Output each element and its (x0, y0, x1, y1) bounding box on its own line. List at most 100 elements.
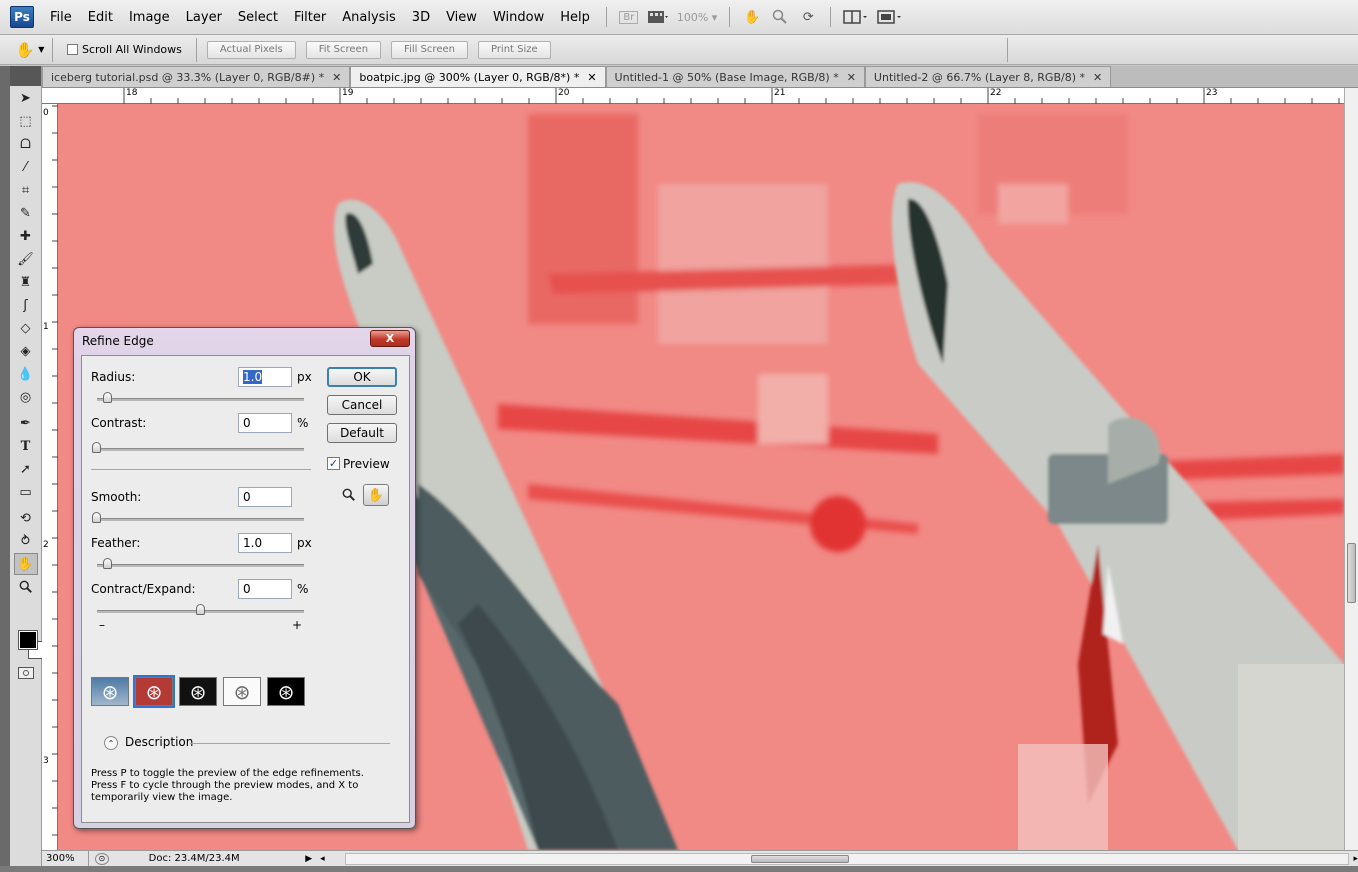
contrast-input[interactable]: 0 (238, 413, 292, 433)
description-collapse-icon[interactable]: ⌃ (104, 736, 118, 750)
zoom-level-dropdown[interactable]: 100% ▾ (673, 11, 721, 24)
zoom-tool-icon[interactable] (770, 7, 790, 27)
document-tab[interactable]: Untitled-1 @ 50% (Base Image, RGB/8) * ✕ (605, 66, 865, 87)
move-tool-icon[interactable]: ➤ (14, 87, 38, 109)
feather-slider-thumb[interactable] (103, 558, 112, 569)
vertical-ruler[interactable]: 0 1 2 3 (42, 104, 58, 850)
scroll-left-icon[interactable]: ◂ (320, 854, 325, 864)
3d-orbit-tool-icon[interactable]: ⥁ (14, 530, 38, 552)
view-mode-on-black[interactable]: ⊛ (179, 677, 217, 706)
dodge-tool-icon[interactable]: ◎ (14, 386, 38, 408)
dialog-close-button[interactable]: X (370, 330, 410, 347)
status-zoom-field[interactable]: 300% (42, 851, 89, 866)
smooth-slider-thumb[interactable] (92, 512, 101, 523)
preview-checkbox[interactable]: ✓ (327, 457, 340, 470)
menu-window[interactable]: Window (485, 10, 552, 25)
feather-slider-track[interactable] (97, 564, 304, 567)
path-selection-tool-icon[interactable]: ➚ (14, 458, 38, 480)
close-icon[interactable]: ✕ (1093, 71, 1102, 84)
close-icon[interactable]: ✕ (587, 71, 596, 84)
crop-tool-icon[interactable]: ⌗ (14, 179, 38, 201)
menu-file[interactable]: File (42, 10, 80, 25)
document-tab[interactable]: Untitled-2 @ 66.7% (Layer 8, RGB/8) * ✕ (864, 66, 1112, 87)
scroll-right-icon[interactable]: ▸ (1353, 854, 1358, 864)
close-icon[interactable]: ✕ (847, 71, 856, 84)
marquee-tool-icon[interactable]: ⬚ (14, 110, 38, 132)
brush-tool-icon[interactable]: 🖌 (14, 248, 38, 270)
ok-button[interactable]: OK (327, 367, 397, 387)
menu-select[interactable]: Select (230, 10, 286, 25)
panel-collapse-strip[interactable] (0, 66, 10, 872)
tool-preset-picker[interactable]: ✋ ▼ (12, 37, 48, 63)
menu-separator (830, 7, 832, 27)
contract-expand-input[interactable]: 0 (238, 579, 292, 599)
menu-layer[interactable]: Layer (178, 10, 230, 25)
shape-tool-icon[interactable]: ▭ (14, 481, 38, 503)
menu-3d[interactable]: 3D (404, 10, 438, 25)
scroll-all-windows-checkbox[interactable] (67, 44, 78, 55)
vertical-scroll-thumb[interactable] (1347, 543, 1356, 603)
smooth-slider-track[interactable] (97, 518, 304, 521)
history-brush-tool-icon[interactable]: ʃ (14, 294, 38, 316)
view-mode-standard[interactable]: ⊛ (91, 677, 129, 706)
contrast-slider-track[interactable] (97, 448, 304, 451)
cancel-button[interactable]: Cancel (327, 395, 397, 415)
eraser-tool-icon[interactable]: ◇ (14, 317, 38, 339)
bridge-button[interactable]: Br (619, 7, 639, 27)
scroll-all-windows-option[interactable]: Scroll All Windows (67, 43, 182, 56)
clone-stamp-tool-icon[interactable]: ♜ (14, 271, 38, 293)
tools-panel-header[interactable] (10, 66, 41, 86)
smooth-input[interactable]: 0 (238, 487, 292, 507)
horizontal-ruler[interactable]: 18 19 20 21 22 23 (42, 88, 1344, 104)
quick-selection-tool-icon[interactable]: ⁄ (14, 156, 38, 178)
menu-help[interactable]: Help (552, 10, 598, 25)
view-mode-on-white[interactable]: ⊛ (223, 677, 261, 706)
document-tab-active[interactable]: boatpic.jpg @ 300% (Layer 0, RGB/8*) * ✕ (350, 66, 606, 87)
contract-expand-slider-thumb[interactable] (196, 604, 205, 615)
status-menu-arrow-icon[interactable]: ▶ (305, 854, 312, 864)
zoom-tool-icon[interactable] (14, 576, 38, 598)
status-info-icon[interactable]: ⊙ (94, 852, 109, 865)
type-tool-icon[interactable]: T (14, 435, 38, 457)
vertical-scrollbar[interactable] (1344, 88, 1358, 850)
foreground-color-swatch[interactable] (18, 630, 38, 650)
view-mode-quick-mask[interactable]: ⊛ (133, 675, 175, 708)
horizontal-scrollbar[interactable] (344, 852, 1350, 865)
radius-slider-thumb[interactable] (103, 392, 112, 403)
pen-tool-icon[interactable]: ✒ (14, 412, 38, 434)
paint-bucket-tool-icon[interactable]: ◈ (14, 340, 38, 362)
menu-edit[interactable]: Edit (80, 10, 121, 25)
view-mode-mask[interactable]: ⊛ (267, 677, 305, 706)
menu-image[interactable]: Image (121, 10, 178, 25)
menu-analysis[interactable]: Analysis (334, 10, 404, 25)
radius-slider-track[interactable] (97, 398, 304, 401)
blur-tool-icon[interactable]: 💧 (14, 363, 38, 385)
menu-filter[interactable]: Filter (286, 10, 334, 25)
ruler-ticks (123, 88, 1340, 104)
hand-tool-icon[interactable]: ✋ (742, 7, 762, 27)
dialog-zoom-tool-icon[interactable] (336, 484, 362, 506)
rotate-view-icon[interactable]: ⟳ (798, 7, 818, 27)
screen-mode-icon[interactable] (877, 7, 903, 27)
eyedropper-tool-icon[interactable]: ✎ (14, 202, 38, 224)
print-size-button[interactable]: Print Size (477, 40, 551, 59)
lasso-tool-icon[interactable]: ᗝ (14, 133, 38, 155)
actual-pixels-button[interactable]: Actual Pixels (206, 40, 296, 59)
film-strip-icon[interactable] (647, 7, 669, 27)
radius-input[interactable]: 1.0 (238, 367, 292, 387)
3d-rotate-tool-icon[interactable]: ⟲ (14, 507, 38, 529)
feather-input[interactable]: 1.0 (238, 533, 292, 553)
close-icon[interactable]: ✕ (332, 71, 341, 84)
arrange-documents-icon[interactable] (843, 7, 869, 27)
hand-tool-icon[interactable]: ✋ (13, 553, 38, 575)
contrast-slider-thumb[interactable] (92, 442, 101, 453)
quick-mask-icon[interactable] (18, 667, 34, 679)
horizontal-scroll-thumb[interactable] (750, 854, 849, 863)
menu-view[interactable]: View (438, 10, 485, 25)
fit-screen-button[interactable]: Fit Screen (305, 40, 382, 59)
fill-screen-button[interactable]: Fill Screen (391, 40, 468, 59)
healing-brush-tool-icon[interactable]: ✚ (14, 225, 38, 247)
dialog-hand-tool-icon[interactable]: ✋ (363, 484, 389, 506)
document-tab[interactable]: iceberg tutorial.psd @ 33.3% (Layer 0, R… (42, 66, 351, 87)
default-button[interactable]: Default (327, 423, 397, 443)
